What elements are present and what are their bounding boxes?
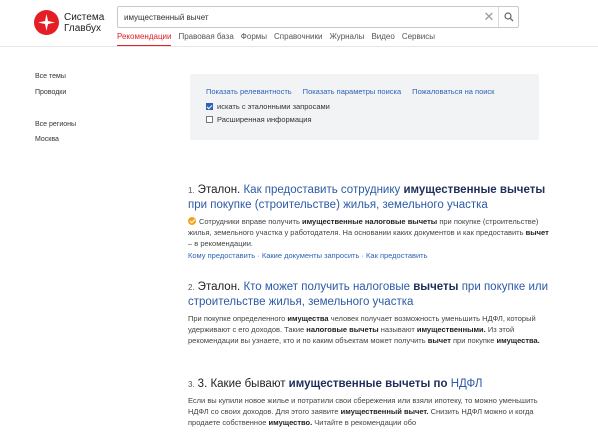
sidebar-item-all-regions[interactable]: Все регионы: [35, 121, 76, 128]
snippet-highlight: имущественными.: [416, 325, 486, 334]
snippet-highlight: вычет: [525, 228, 549, 237]
result-number: 2.: [188, 283, 195, 292]
result-snippet: Сотрудники вправе получить имущественные…: [188, 216, 553, 249]
tab-references[interactable]: Справочники: [274, 32, 322, 47]
result-title-highlight: имущественные вычеты: [403, 184, 546, 196]
result-title[interactable]: 1. Эталон. Как предоставить сотруднику им…: [188, 183, 553, 213]
result-title-text: Как предоставить сотруднику: [243, 184, 401, 196]
result-title-text: Кто может получить налоговые: [243, 281, 411, 293]
show-search-params-link[interactable]: Показать параметры поиска: [303, 87, 402, 96]
result-snippet: При покупке определенного имущества чело…: [188, 313, 553, 346]
snippet-text: – в рекомендации.: [188, 239, 253, 248]
brand-logo[interactable]: Система Главбух: [34, 10, 104, 35]
result-snippet: Если вы купили новое жилье и потратили с…: [188, 395, 553, 428]
result-prefix: 3. Какие бывают: [197, 378, 286, 390]
search-options-panel: Показать релевантность Показать параметр…: [190, 74, 539, 140]
snippet-text: Сотрудники вправе получить: [199, 217, 300, 226]
result-prefix: Эталон.: [197, 281, 241, 293]
extended-info-checkbox[interactable]: [206, 116, 213, 123]
tab-legal-base[interactable]: Правовая база: [178, 32, 233, 47]
snippet-highlight: имущество.: [268, 418, 313, 427]
snippet-text: Читайте в рекомендации обо: [314, 418, 417, 427]
result-title-text: при покупке (строительстве) жилья, земел…: [188, 199, 488, 211]
extended-info-label: Расширенная информация: [217, 115, 312, 124]
panel-links: Показать релевантность Показать параметр…: [206, 87, 505, 96]
search-result: 2. Эталон. Кто может получить налоговые в…: [188, 280, 553, 346]
verified-icon: [188, 217, 196, 225]
reference-queries-option[interactable]: искать с эталонными запросами: [206, 102, 330, 111]
snippet-text: при покупке: [452, 336, 495, 345]
result-number: 1.: [188, 186, 195, 195]
tab-recommendations[interactable]: Рекомендации: [117, 32, 172, 47]
show-relevance-link[interactable]: Показать релевантность: [206, 87, 292, 96]
result-prefix: Эталон.: [197, 184, 241, 196]
report-search-link[interactable]: Пожаловаться на поиск: [412, 87, 494, 96]
sidebar-item-postings[interactable]: Проводки: [35, 89, 66, 96]
reference-queries-label: искать с эталонными запросами: [217, 102, 330, 111]
reference-queries-checkbox[interactable]: [206, 103, 213, 110]
result-title-highlight: вычеты: [413, 281, 459, 293]
sidebar-item-all-topics[interactable]: Все темы: [35, 73, 66, 80]
search-button[interactable]: [499, 7, 518, 27]
brand-name: Система Главбух: [64, 12, 104, 34]
snippet-highlight: налоговые вычеты: [306, 325, 379, 334]
close-icon[interactable]: ✕: [480, 7, 498, 27]
search-result: 1. Эталон. Как предоставить сотруднику им…: [188, 183, 553, 260]
search-result: 3. 3. Какие бывают имущественные вычеты п…: [188, 377, 553, 428]
brand-line-1: Система: [64, 11, 105, 23]
main-nav: Рекомендации Правовая база Формы Справоч…: [117, 32, 442, 47]
result-title-text: НДФЛ: [450, 378, 483, 390]
snippet-highlight: имущества: [287, 314, 329, 323]
sidebar-item-moscow[interactable]: Москва: [35, 136, 59, 143]
tab-journals[interactable]: Журналы: [329, 32, 364, 47]
header-divider: [0, 46, 598, 47]
brand-logo-icon: [34, 10, 59, 35]
tab-forms[interactable]: Формы: [241, 32, 267, 47]
result-title-highlight: имущественные вычеты по: [288, 378, 448, 390]
brand-line-2: Главбух: [64, 22, 101, 34]
result-number: 3.: [188, 380, 195, 389]
result-quick-links[interactable]: Кому предоставить · Какие документы запр…: [188, 251, 553, 260]
search-input[interactable]: имущественный вычет: [118, 13, 480, 22]
result-title[interactable]: 3. 3. Какие бывают имущественные вычеты п…: [188, 377, 553, 392]
snippet-highlight: имущества.: [496, 336, 540, 345]
search-icon: [503, 12, 513, 22]
tab-services[interactable]: Сервисы: [402, 32, 435, 47]
snippet-highlight: вычет: [427, 336, 451, 345]
extended-info-option[interactable]: Расширенная информация: [206, 115, 312, 124]
result-title[interactable]: 2. Эталон. Кто может получить налоговые в…: [188, 280, 553, 310]
snippet-highlight: имущественные налоговые вычеты: [301, 217, 438, 226]
snippet-text: При покупке определенного: [188, 314, 286, 323]
snippet-highlight: имущественный вычет.: [340, 407, 429, 416]
tab-video[interactable]: Видео: [371, 32, 394, 47]
snippet-text: называют: [380, 325, 415, 334]
search-bar: имущественный вычет ✕: [117, 6, 519, 28]
